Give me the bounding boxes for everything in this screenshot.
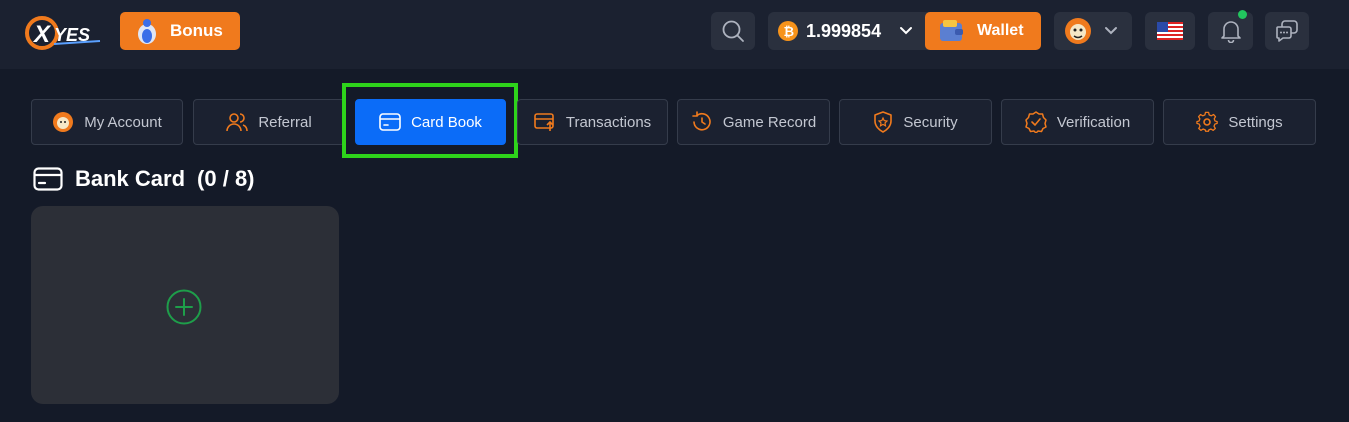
wallet-button[interactable]: Wallet — [925, 12, 1041, 50]
bonus-button[interactable]: Bonus — [120, 12, 240, 50]
tab-label: My Account — [84, 113, 162, 131]
tab-label: Settings — [1228, 113, 1283, 131]
tab-verification[interactable]: Verification — [1001, 99, 1154, 145]
add-bank-card-button[interactable] — [31, 206, 339, 404]
gear-icon — [1196, 111, 1219, 132]
bell-icon — [1220, 21, 1241, 43]
top-header: X YES Bonus ₿ 1.999854 Wallet — [0, 0, 1349, 69]
svg-text:₿: ₿ — [784, 24, 795, 39]
notification-dot — [1238, 10, 1247, 19]
tab-label: Transactions — [565, 113, 652, 131]
tab-my-account[interactable]: My Account — [31, 99, 183, 145]
profile-menu-button[interactable] — [1054, 12, 1132, 50]
wallet-label: Wallet — [977, 22, 1024, 39]
tab-settings[interactable]: Settings — [1163, 99, 1316, 145]
language-button[interactable] — [1145, 12, 1195, 50]
transactions-icon — [534, 113, 554, 131]
gift-bag-icon — [138, 19, 156, 44]
search-icon — [722, 20, 744, 42]
tab-transactions[interactable]: Transactions — [517, 99, 668, 145]
balance-value: 1.999854 — [806, 21, 882, 41]
bonus-label: Bonus — [170, 21, 223, 40]
tab-label: Security — [903, 113, 958, 131]
verified-icon — [1025, 111, 1047, 133]
shield-icon — [874, 111, 893, 133]
avatar-icon — [53, 112, 74, 132]
wallet-icon — [940, 20, 963, 41]
chevron-down-icon[interactable] — [899, 25, 913, 37]
chat-button[interactable] — [1265, 12, 1309, 50]
tab-security[interactable]: Security — [839, 99, 992, 145]
plus-circle-icon — [166, 289, 202, 325]
users-icon — [226, 113, 249, 132]
site-logo[interactable]: X YES — [24, 11, 106, 55]
tab-referral[interactable]: Referral — [193, 99, 345, 145]
bank-card-title: Bank Card — [75, 166, 186, 191]
chevron-down-icon — [1105, 27, 1117, 35]
avatar — [1065, 18, 1091, 44]
svg-text:X: X — [32, 21, 52, 48]
bank-card-heading: Bank Card (0 / 8) — [33, 166, 255, 192]
balance-box: ₿ 1.999854 Wallet — [768, 12, 1041, 50]
bitcoin-icon: ₿ — [778, 21, 798, 41]
chat-icon — [1276, 20, 1298, 42]
highlight-box — [342, 83, 518, 158]
notifications-button[interactable] — [1208, 12, 1253, 50]
search-button[interactable] — [711, 12, 755, 50]
card-icon — [33, 167, 63, 191]
tab-label: Referral — [258, 113, 312, 131]
us-flag-icon — [1157, 22, 1183, 40]
history-icon — [692, 111, 711, 131]
tab-game-record[interactable]: Game Record — [677, 99, 830, 145]
bank-card-count: (0 / 8) — [197, 166, 255, 191]
tab-label: Game Record — [722, 113, 817, 131]
tab-label: Verification — [1056, 113, 1131, 131]
